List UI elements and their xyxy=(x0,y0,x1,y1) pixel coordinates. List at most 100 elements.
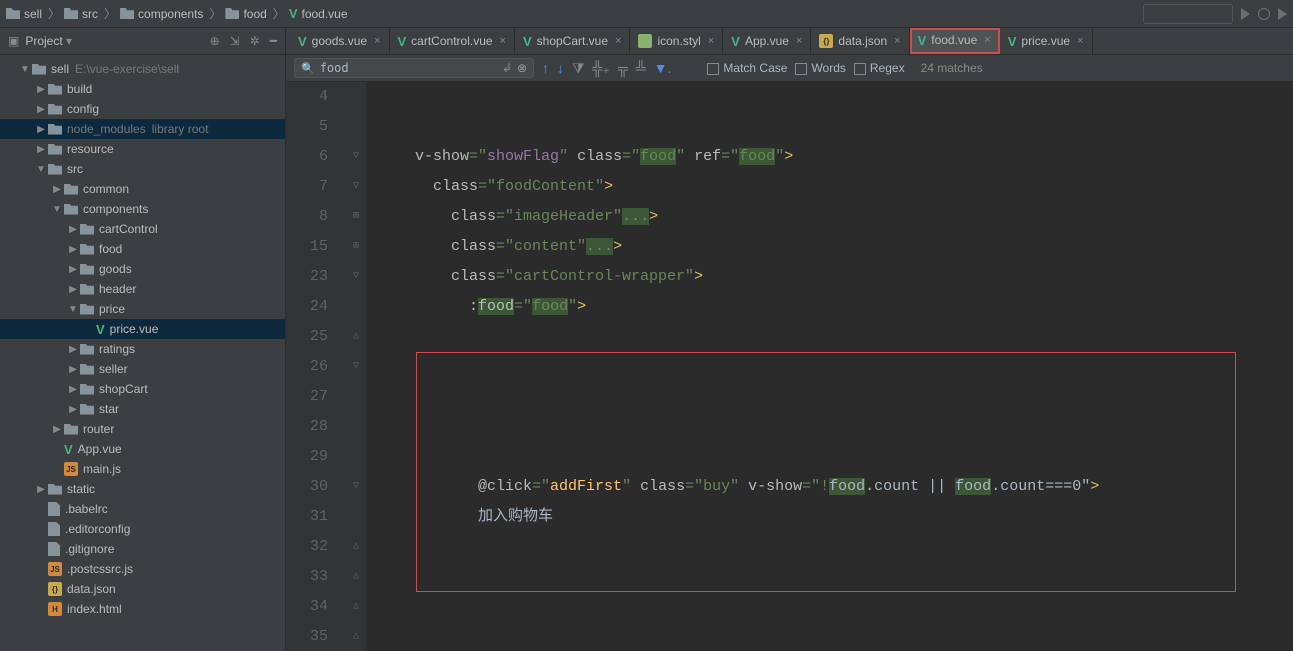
tree-row[interactable]: ▼src xyxy=(0,159,285,179)
jsfile-icon: JS xyxy=(48,562,62,576)
select-all-icon[interactable]: ╬₊ xyxy=(593,60,610,77)
breadcrumb-seg[interactable]: sell xyxy=(6,7,42,21)
editor-tabs: Vgoods.vue×VcartControl.vue×VshopCart.vu… xyxy=(286,28,1293,55)
editor-tab[interactable]: VshopCart.vue× xyxy=(515,28,630,54)
tree-row[interactable]: ▶build xyxy=(0,79,285,99)
editor-tab[interactable]: VcartControl.vue× xyxy=(390,28,515,54)
tree-row[interactable]: ▶star xyxy=(0,399,285,419)
tree-row[interactable]: JS.postcssrc.js xyxy=(0,559,285,579)
editor-tab[interactable]: Vgoods.vue× xyxy=(290,28,390,54)
tree-row[interactable]: ▶resource xyxy=(0,139,285,159)
close-tab-icon[interactable]: × xyxy=(796,35,802,47)
editor-tab[interactable]: icon.styl× xyxy=(630,28,723,54)
folder-icon xyxy=(64,184,78,195)
filter-icon[interactable]: ▼. xyxy=(654,60,672,76)
editor-tab[interactable]: {}data.json× xyxy=(811,28,909,54)
run-coverage-button[interactable] xyxy=(1278,8,1287,20)
folder-icon xyxy=(48,84,62,95)
close-tab-icon[interactable]: × xyxy=(615,35,621,47)
folder-icon xyxy=(225,8,239,19)
tree-row[interactable]: ▶cartControl xyxy=(0,219,285,239)
regex-checkbox[interactable]: Regex xyxy=(854,61,905,75)
tree-row[interactable]: .babelrc xyxy=(0,499,285,519)
close-tab-icon[interactable]: × xyxy=(1077,35,1083,47)
tree-row[interactable]: ▶common xyxy=(0,179,285,199)
tree-row[interactable]: Vprice.vue xyxy=(0,319,285,339)
folder-icon xyxy=(80,364,94,375)
editor-tab[interactable]: VApp.vue× xyxy=(723,28,811,54)
dot-icon xyxy=(48,502,60,516)
breadcrumb-seg[interactable]: components xyxy=(120,7,203,21)
newline-toggle-icon[interactable]: ↲ xyxy=(502,61,512,75)
breadcrumb-seg[interactable]: food xyxy=(225,7,266,21)
close-tab-icon[interactable]: × xyxy=(984,34,990,46)
tree-row[interactable]: ▶goods xyxy=(0,259,285,279)
match-count: 24 matches xyxy=(921,61,983,75)
tree-row[interactable]: ▶header xyxy=(0,279,285,299)
html-icon: H xyxy=(48,602,62,616)
folder-icon xyxy=(48,144,62,155)
folder-icon xyxy=(64,204,78,215)
tree-row[interactable]: ▼sellE:\vue-exercise\sell xyxy=(0,59,285,79)
clear-search-icon[interactable]: ⊗ xyxy=(517,61,527,75)
scroll-from-source-icon[interactable]: ⊕ xyxy=(210,34,220,48)
tree-row[interactable]: ▶static xyxy=(0,479,285,499)
folder-icon xyxy=(120,8,134,19)
collapse-all-icon[interactable]: ⇲ xyxy=(230,34,240,48)
breadcrumb-seg[interactable]: Vfood.vue xyxy=(289,6,348,21)
search-input[interactable] xyxy=(320,61,497,75)
code-editor[interactable]: 456781523242526272829303132333435 ▽▽⊞⊞▽△… xyxy=(286,82,1293,651)
search-icon: 🔍 xyxy=(301,62,315,75)
tree-row[interactable]: Hindex.html xyxy=(0,599,285,619)
close-tab-icon[interactable]: × xyxy=(374,35,380,47)
tree-row[interactable]: .gitignore xyxy=(0,539,285,559)
settings-gear-icon[interactable]: ✲ xyxy=(250,34,260,48)
vue-file-icon: V xyxy=(298,34,307,49)
prev-match-button[interactable]: ↑ xyxy=(542,60,549,76)
tree-row[interactable]: ▶shopCart xyxy=(0,379,285,399)
project-tree[interactable]: ▼sellE:\vue-exercise\sell▶build▶config▶n… xyxy=(0,55,285,651)
remove-selection-icon[interactable]: ╩ xyxy=(636,60,646,76)
debug-button[interactable] xyxy=(1258,8,1270,20)
tree-row[interactable]: ▶config xyxy=(0,99,285,119)
tree-row[interactable]: ▶seller xyxy=(0,359,285,379)
find-all-icon[interactable]: ⧩ xyxy=(572,60,585,77)
next-match-button[interactable]: ↓ xyxy=(557,60,564,76)
tree-row[interactable]: VApp.vue xyxy=(0,439,285,459)
vue-file-icon: V xyxy=(523,34,532,49)
match-case-checkbox[interactable]: Match Case xyxy=(707,61,787,75)
code-lines[interactable]: v-show="showFlag" class="food" ref="food… xyxy=(366,82,1293,651)
tree-row[interactable]: ▶ratings xyxy=(0,339,285,359)
tree-row[interactable]: ▼price xyxy=(0,299,285,319)
close-tab-icon[interactable]: × xyxy=(708,35,714,47)
tree-row[interactable]: ▶node_moduleslibrary root xyxy=(0,119,285,139)
editor-tab[interactable]: Vprice.vue× xyxy=(1000,28,1093,54)
tree-row[interactable]: .editorconfig xyxy=(0,519,285,539)
folder-icon xyxy=(80,384,94,395)
vue-file-icon: V xyxy=(1008,34,1017,49)
folder-icon xyxy=(80,284,94,295)
tree-row[interactable]: ▶food xyxy=(0,239,285,259)
tree-row[interactable]: JSmain.js xyxy=(0,459,285,479)
folder-icon xyxy=(32,64,46,75)
run-config-dropdown[interactable] xyxy=(1143,4,1233,24)
project-view-icon[interactable]: ▣ xyxy=(8,34,19,48)
run-button[interactable] xyxy=(1241,8,1250,20)
words-checkbox[interactable]: Words xyxy=(795,61,845,75)
fold-gutter[interactable]: ▽▽⊞⊞▽△▽▽△△△△ xyxy=(346,82,366,651)
close-tab-icon[interactable]: × xyxy=(500,35,506,47)
breadcrumb-seg[interactable]: src xyxy=(64,7,98,21)
add-selection-icon[interactable]: ╦ xyxy=(618,60,628,76)
chevron-right-icon: 〉 xyxy=(104,5,116,22)
folder-icon xyxy=(64,424,78,435)
tree-row[interactable]: ▼components xyxy=(0,199,285,219)
folder-icon xyxy=(80,404,94,415)
tree-row[interactable]: {}data.json xyxy=(0,579,285,599)
editor-tab[interactable]: Vfood.vue× xyxy=(910,28,1000,54)
project-title[interactable]: Project ▾ xyxy=(25,34,203,48)
close-tab-icon[interactable]: × xyxy=(894,35,900,47)
vue-icon: V xyxy=(64,442,73,457)
folder-icon xyxy=(6,8,20,19)
tree-row[interactable]: ▶router xyxy=(0,419,285,439)
hide-panel-icon[interactable]: ━ xyxy=(270,34,277,48)
